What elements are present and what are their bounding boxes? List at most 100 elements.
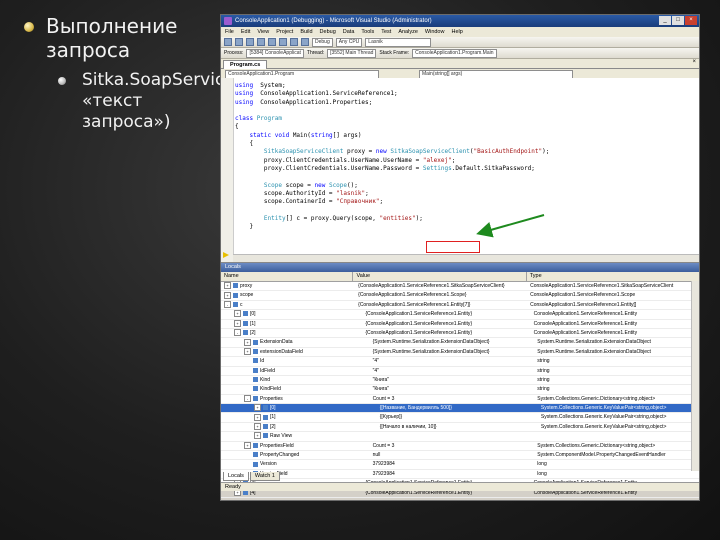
locals-cell-value[interactable]: "4" — [370, 367, 535, 375]
editor-gutter[interactable] — [221, 78, 234, 262]
tab-watch-1[interactable]: Watch 1 — [249, 472, 280, 481]
code-editor[interactable]: using System; using ConsoleApplication1.S… — [221, 78, 699, 263]
code-line[interactable]: { — [235, 123, 549, 131]
locals-row[interactable]: KindField "Книга" string — [221, 385, 699, 395]
code-line[interactable]: static void Main(string[] args) — [235, 132, 549, 140]
expand-icon[interactable]: + — [234, 319, 241, 327]
code-line[interactable]: { — [235, 140, 549, 148]
locals-cell-value[interactable]: Count = 3 — [370, 395, 535, 403]
expand-icon[interactable]: + — [254, 432, 261, 440]
solution-config-select[interactable]: Debug — [312, 37, 333, 47]
locals-row[interactable]: + ExtensionData {System.Runtime.Serializat… — [221, 338, 699, 348]
locals-cell-value[interactable]: null — [370, 451, 535, 459]
minimize-icon[interactable]: _ — [659, 16, 671, 25]
locals-cell-value[interactable]: {[Название, Бандервилль 500]} — [377, 404, 538, 412]
code-text[interactable]: using System; using ConsoleApplication1.S… — [235, 82, 549, 231]
locals-cell-value[interactable]: {System.Runtime.Serialization.ExtensionD… — [370, 338, 535, 346]
tab-program-cs[interactable]: Program.cs — [223, 60, 268, 69]
code-line[interactable]: proxy.ClientCredentials.UserName.Passwor… — [235, 165, 549, 173]
close-tab-icon[interactable]: × — [692, 59, 696, 65]
code-line[interactable]: scope.ContainerId = "Справочник"; — [235, 198, 549, 206]
code-line[interactable]: using ConsoleApplication1.Properties; — [235, 99, 549, 107]
locals-row[interactable]: Version 37923984 long — [221, 460, 699, 470]
locals-row[interactable]: Id "4" string — [221, 357, 699, 367]
menu-item-data[interactable]: Data — [343, 27, 355, 37]
locals-cell-value[interactable]: Count = 3 — [370, 442, 535, 450]
locals-row[interactable]: PropertyChanged null System.ComponentModel… — [221, 451, 699, 461]
menu-item-file[interactable]: File — [225, 27, 234, 37]
expand-icon[interactable]: + — [224, 282, 231, 290]
col-header-name[interactable]: Name — [221, 272, 354, 281]
new-project-icon[interactable] — [224, 38, 232, 46]
menu-item-edit[interactable]: Edit — [241, 27, 250, 37]
expand-icon[interactable]: + — [244, 441, 251, 449]
platform-select[interactable]: Any CPU — [335, 37, 363, 47]
collapse-icon[interactable]: - — [224, 300, 231, 308]
locals-cell-value[interactable]: {[Курьер]} — [377, 413, 538, 421]
locals-row[interactable]: + extensionDataField {System.Runtime.Seria… — [221, 347, 699, 358]
menu-item-project[interactable]: Project — [276, 27, 293, 37]
undo-icon[interactable] — [290, 38, 298, 46]
open-icon[interactable] — [235, 38, 243, 46]
code-line[interactable]: Entity[] c = proxy.Query(scope, "entitie… — [235, 215, 549, 223]
col-header-type[interactable]: Type — [527, 272, 699, 281]
expand-icon[interactable]: + — [254, 404, 261, 412]
locals-row[interactable]: - Properties Count = 3 System.Collections.G… — [221, 394, 699, 405]
code-line[interactable]: scope.AuthorityId = "lasnik"; — [235, 190, 549, 198]
locals-row[interactable]: Kind "Книга" string — [221, 376, 699, 386]
code-line[interactable]: } — [235, 223, 549, 231]
expand-icon[interactable]: + — [234, 310, 241, 318]
code-line[interactable] — [235, 107, 549, 115]
locals-cell-value[interactable]: {[Начало в наличии, 10]} — [377, 423, 538, 431]
locals-cell-value[interactable]: "Книга" — [370, 376, 535, 384]
code-line[interactable]: class Program — [235, 115, 549, 123]
locals-cell-value[interactable]: {ConsoleApplication1.ServiceReference1.E… — [362, 310, 530, 318]
start-debug-icon[interactable] — [301, 38, 309, 46]
locals-cell-value[interactable]: "4" — [370, 357, 535, 365]
process-select[interactable]: [5384] ConsoleApplicat — [246, 48, 304, 58]
locals-row[interactable]: + [0] {[Название, Бандервилль 500]} System.… — [221, 404, 699, 414]
locals-row[interactable]: + scope {ConsoleApplication1.ServiceRefere… — [221, 291, 699, 301]
locals-cell-value[interactable]: {ConsoleApplication1.ServiceReference1.E… — [362, 320, 530, 328]
code-line[interactable]: Scope scope = new Scope(); — [235, 182, 549, 190]
locals-row[interactable]: + Raw View — [221, 432, 699, 442]
find-input[interactable]: Lasnik — [365, 37, 432, 47]
copy-icon[interactable] — [268, 38, 276, 46]
expand-icon[interactable]: + — [224, 291, 231, 299]
menu-item-build[interactable]: Build — [300, 27, 312, 37]
code-line[interactable]: proxy.ClientCredentials.UserName.UserNam… — [235, 157, 549, 165]
menu-item-help[interactable]: Help — [451, 27, 462, 37]
editor-horizontal-scrollbar[interactable] — [233, 254, 699, 262]
code-line[interactable] — [235, 206, 549, 214]
close-icon[interactable]: × — [685, 16, 697, 25]
code-line[interactable]: using System; — [235, 82, 549, 90]
locals-row[interactable]: + proxy {ConsoleApplication1.ServiceRefere… — [221, 282, 699, 292]
locals-cell-value[interactable] — [377, 432, 538, 440]
menu-item-window[interactable]: Window — [425, 27, 445, 37]
locals-row[interactable]: + PropertiesField Count = 3 System.Collecti… — [221, 441, 699, 452]
locals-row[interactable]: + [1] {ConsoleApplication1.ServiceReferenc… — [221, 319, 699, 329]
locals-cell-value[interactable]: {ConsoleApplication1.ServiceReference1.E… — [355, 301, 527, 309]
menu-item-view[interactable]: View — [257, 27, 269, 37]
menu-item-test[interactable]: Test — [381, 27, 391, 37]
locals-cell-value[interactable]: 37923984 — [370, 460, 535, 468]
collapse-icon[interactable]: - — [234, 329, 241, 337]
locals-row[interactable]: - [2] {ConsoleApplication1.ServiceReferenc… — [221, 329, 699, 339]
locals-row[interactable]: + [2] {[Начало в наличии, 10]} System.Colle… — [221, 423, 699, 433]
menu-item-debug[interactable]: Debug — [320, 27, 336, 37]
locals-cell-value[interactable]: {ConsoleApplication1.ServiceReference1.E… — [362, 329, 530, 337]
locals-cell-value[interactable]: {ConsoleApplication1.ServiceReference1.S… — [355, 291, 527, 299]
code-line[interactable]: SitkaSoapServiceClient proxy = new Sitka… — [235, 148, 549, 156]
expand-icon[interactable]: + — [244, 347, 251, 355]
cut-icon[interactable] — [257, 38, 265, 46]
save-icon[interactable] — [246, 38, 254, 46]
locals-vertical-scrollbar[interactable] — [691, 281, 699, 471]
expand-icon[interactable]: + — [254, 423, 261, 431]
code-line[interactable]: using ConsoleApplication1.ServiceReferen… — [235, 90, 549, 98]
thread-select[interactable]: [3552] Main Thread — [327, 48, 377, 58]
expand-icon[interactable]: + — [254, 413, 261, 421]
maximize-icon[interactable]: □ — [672, 16, 684, 25]
tab-locals[interactable]: Locals — [223, 472, 249, 481]
stack-frame-select[interactable]: ConsoleApplication1.Program.Main — [412, 48, 497, 58]
expand-icon[interactable]: + — [244, 338, 251, 346]
